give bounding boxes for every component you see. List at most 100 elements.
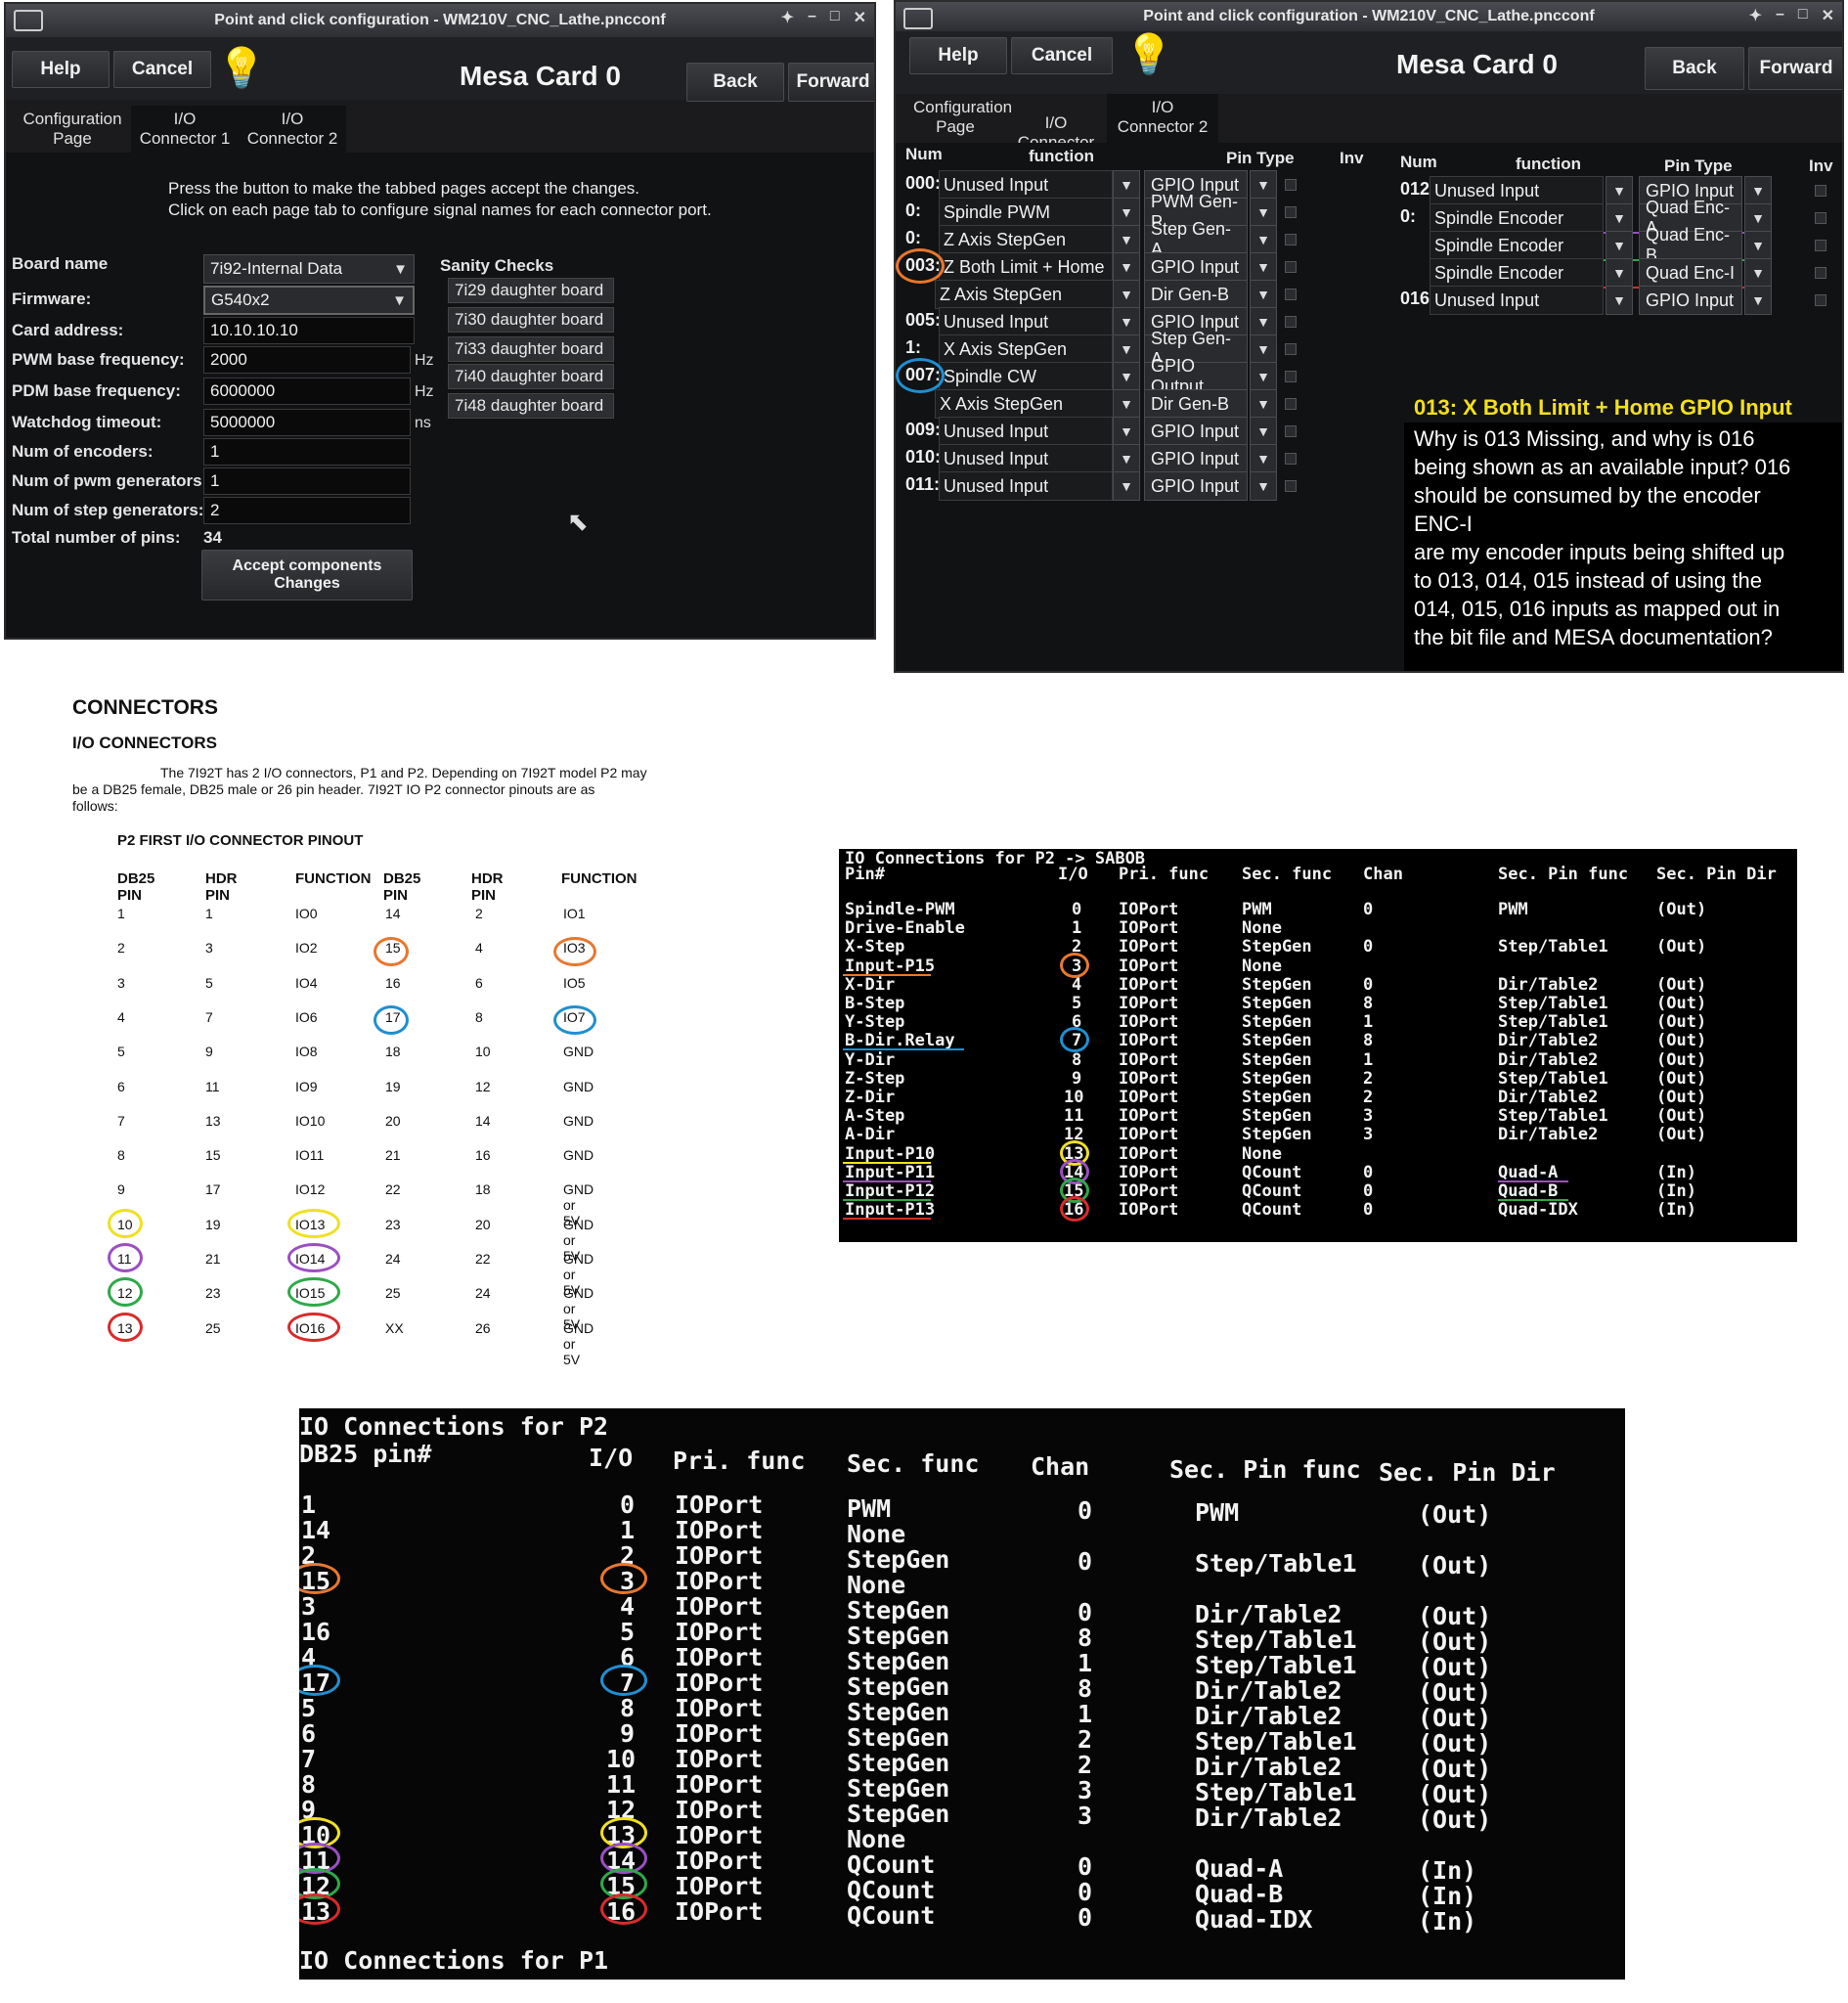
chevron-down-icon[interactable]: ▼ <box>1250 307 1277 336</box>
back-button[interactable]: Back <box>686 63 784 102</box>
chevron-down-icon[interactable]: ▼ <box>1113 252 1140 282</box>
chevron-down-icon[interactable]: ▼ <box>1606 203 1633 233</box>
inv-checkbox[interactable] <box>1285 179 1297 191</box>
chevron-down-icon[interactable]: ▼ <box>1606 286 1633 315</box>
help-button[interactable]: Help <box>909 37 1007 74</box>
cancel-button[interactable]: Cancel <box>113 51 211 88</box>
chevron-down-icon[interactable]: ▼ <box>1250 362 1277 391</box>
chevron-down-icon[interactable]: ▼ <box>1250 280 1277 309</box>
chevron-down-icon[interactable]: ▼ <box>1250 170 1277 200</box>
pin-icon[interactable]: ✦ <box>1749 6 1762 25</box>
row-pin-type-select[interactable]: Step Gen-A <box>1144 219 1248 259</box>
inv-checkbox[interactable] <box>1815 267 1826 279</box>
inv-checkbox[interactable] <box>1285 206 1297 218</box>
chevron-down-icon[interactable]: ▼ <box>1250 252 1277 282</box>
chevron-down-icon[interactable]: ▼ <box>1250 198 1277 227</box>
chevron-down-icon[interactable]: ▼ <box>1113 225 1140 254</box>
card-address-input[interactable]: 10.10.10.10 <box>203 317 415 344</box>
help-button[interactable]: Help <box>12 51 110 88</box>
pwm-freq-input[interactable]: 2000 <box>203 346 411 374</box>
row-function-select[interactable]: Unused Input <box>939 444 1113 473</box>
row-function-select[interactable]: Unused Input <box>1430 176 1604 205</box>
chevron-down-icon[interactable]: ▼ <box>1744 203 1772 233</box>
sanity-7i29[interactable]: 7i29 daughter board <box>448 278 614 303</box>
row-pin-type-select[interactable]: Dir Gen-B <box>1144 389 1248 419</box>
row-function-select[interactable]: Spindle Encoder <box>1430 231 1604 260</box>
close-icon[interactable]: ✕ <box>1822 6 1834 25</box>
chevron-down-icon[interactable]: ▼ <box>1113 389 1140 419</box>
tab-configuration-page[interactable]: Configuration Page <box>14 106 131 153</box>
chevron-down-icon[interactable]: ▼ <box>1113 280 1140 309</box>
tab-io-connector-2[interactable]: I/O Connector 2 <box>239 106 346 153</box>
pdm-freq-input[interactable]: 6000000 <box>203 378 411 405</box>
row-function-select[interactable]: Unused Input <box>939 471 1113 501</box>
encoders-spinner[interactable]: 1 <box>203 438 411 466</box>
chevron-down-icon[interactable]: ▼ <box>1250 389 1277 419</box>
tab-io-connector-1[interactable]: I/O Connector 1 <box>131 106 239 153</box>
row-pin-type-select[interactable]: GPIO Output <box>1144 356 1248 396</box>
inv-checkbox[interactable] <box>1285 480 1297 492</box>
row-function-select[interactable]: Spindle PWM <box>939 198 1113 227</box>
chevron-down-icon[interactable]: ▼ <box>1606 176 1633 205</box>
row-function-select[interactable]: Spindle Encoder <box>1430 258 1604 288</box>
inv-checkbox[interactable] <box>1285 343 1297 355</box>
chevron-down-icon[interactable]: ▼ <box>1744 286 1772 315</box>
close-icon[interactable]: ✕ <box>854 8 866 27</box>
row-function-select[interactable]: Unused Input <box>939 170 1113 200</box>
inv-checkbox[interactable] <box>1815 240 1826 251</box>
row-function-select[interactable]: X Axis StepGen <box>935 389 1117 419</box>
board-name-select[interactable]: 7i92-Internal Data ▼ <box>203 254 415 284</box>
inv-checkbox[interactable] <box>1285 316 1297 328</box>
sanity-7i33[interactable]: 7i33 daughter board <box>448 336 614 362</box>
row-pin-type-select[interactable]: GPIO Input <box>1144 417 1248 446</box>
chevron-down-icon[interactable]: ▼ <box>1250 334 1277 364</box>
row-function-select[interactable]: Unused Input <box>939 307 1113 336</box>
step-gens-spinner[interactable]: 2 <box>203 497 411 524</box>
inv-checkbox[interactable] <box>1285 453 1297 465</box>
sanity-7i40[interactable]: 7i40 daughter board <box>448 364 614 389</box>
row-pin-type-select[interactable]: GPIO Input <box>1144 252 1248 282</box>
watchdog-input[interactable]: 5000000 <box>203 409 411 436</box>
window-menu-icon[interactable] <box>14 10 43 31</box>
row-function-select[interactable]: Spindle Encoder <box>1430 203 1604 233</box>
chevron-down-icon[interactable]: ▼ <box>1606 258 1633 288</box>
row-pin-type-select[interactable]: Quad Enc-I <box>1639 258 1742 288</box>
row-pin-type-select[interactable]: GPIO Input <box>1144 444 1248 473</box>
row-function-select[interactable]: X Axis StepGen <box>939 334 1113 364</box>
chevron-down-icon[interactable]: ▼ <box>1744 258 1772 288</box>
minimize-icon[interactable]: – <box>808 8 816 27</box>
row-function-select[interactable]: Unused Input <box>939 417 1113 446</box>
sanity-7i30[interactable]: 7i30 daughter board <box>448 307 614 333</box>
inv-checkbox[interactable] <box>1285 425 1297 437</box>
chevron-down-icon[interactable]: ▼ <box>1113 198 1140 227</box>
chevron-down-icon[interactable]: ▼ <box>1113 471 1140 501</box>
pwm-gens-spinner[interactable]: 1 <box>203 467 411 495</box>
row-function-select[interactable]: Spindle CW <box>939 362 1113 391</box>
row-function-select[interactable]: Z Axis StepGen <box>935 280 1117 309</box>
inv-checkbox[interactable] <box>1815 212 1826 224</box>
forward-button[interactable]: Forward <box>1748 47 1842 90</box>
chevron-down-icon[interactable]: ▼ <box>1113 444 1140 473</box>
firmware-select[interactable]: G540x2 ▼ <box>203 286 415 315</box>
row-function-select[interactable]: Z Both Limit + Home <box>939 252 1113 282</box>
row-function-select[interactable]: Z Axis StepGen <box>939 225 1113 254</box>
chevron-down-icon[interactable]: ▼ <box>1113 307 1140 336</box>
sanity-7i48[interactable]: 7i48 daughter board <box>448 393 614 419</box>
inv-checkbox[interactable] <box>1285 398 1297 410</box>
chevron-down-icon[interactable]: ▼ <box>1250 444 1277 473</box>
inv-checkbox[interactable] <box>1815 185 1826 197</box>
inv-checkbox[interactable] <box>1285 261 1297 273</box>
chevron-down-icon[interactable]: ▼ <box>1113 170 1140 200</box>
row-function-select[interactable]: Unused Input <box>1430 286 1604 315</box>
window-menu-icon[interactable] <box>903 8 933 29</box>
inv-checkbox[interactable] <box>1285 234 1297 245</box>
chevron-down-icon[interactable]: ▼ <box>1113 362 1140 391</box>
minimize-icon[interactable]: – <box>1776 6 1784 25</box>
chevron-down-icon[interactable]: ▼ <box>1250 417 1277 446</box>
row-pin-type-select[interactable]: Quad Enc-B <box>1639 225 1742 265</box>
chevron-down-icon[interactable]: ▼ <box>1113 334 1140 364</box>
cancel-button[interactable]: Cancel <box>1011 37 1113 74</box>
row-pin-type-select[interactable]: Dir Gen-B <box>1144 280 1248 309</box>
back-button[interactable]: Back <box>1645 47 1744 90</box>
chevron-down-icon[interactable]: ▼ <box>1250 225 1277 254</box>
